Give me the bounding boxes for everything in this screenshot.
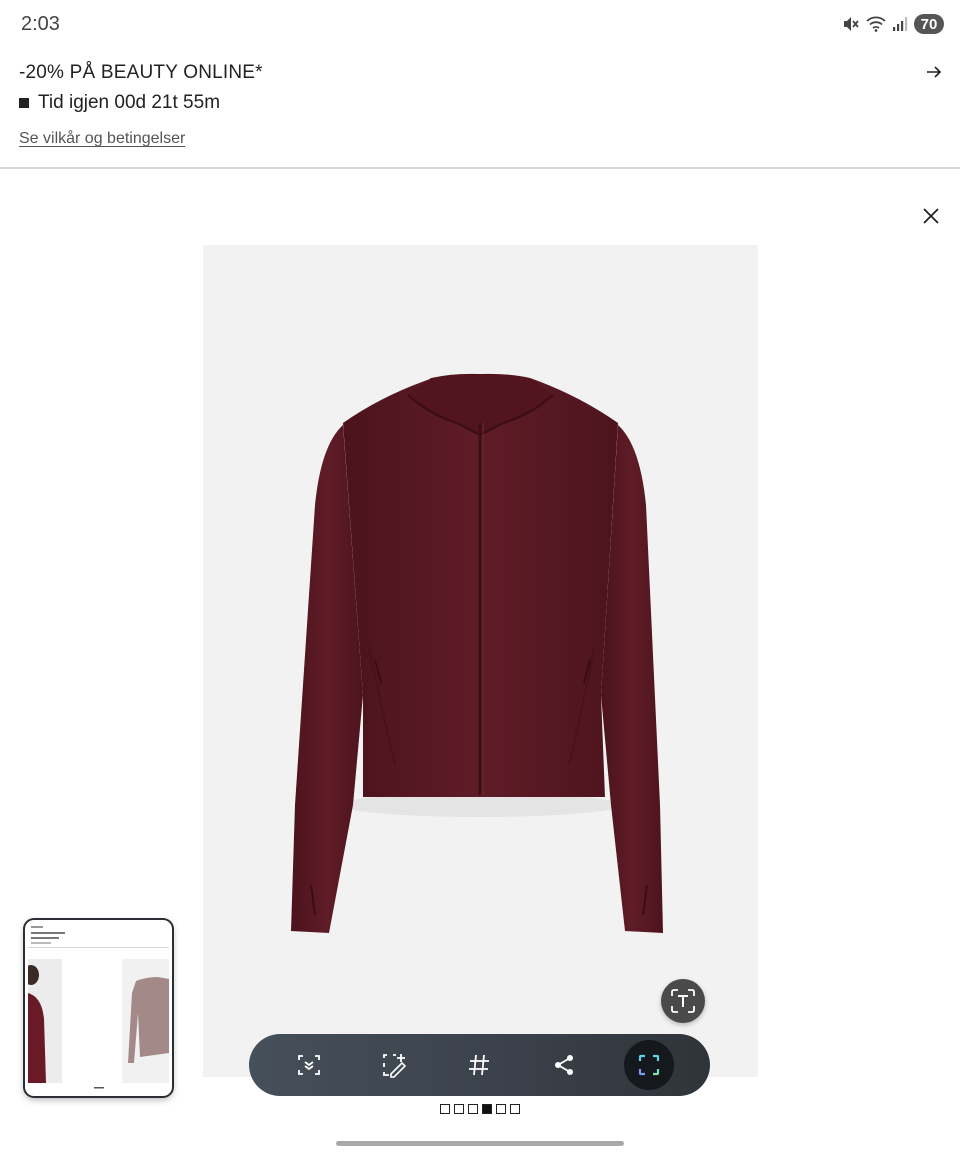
signal-icon: [893, 17, 908, 31]
gallery-dot[interactable]: [440, 1104, 450, 1114]
smart-select-button[interactable]: [285, 1041, 333, 1089]
gallery-pagination: [440, 1104, 520, 1114]
arrow-right-icon[interactable]: [926, 63, 942, 81]
mute-icon: [844, 17, 859, 31]
home-indicator[interactable]: [336, 1141, 624, 1146]
status-time: 2:03: [21, 13, 60, 35]
capture-icon: [638, 1054, 660, 1076]
share-button[interactable]: [540, 1041, 588, 1089]
jacket-illustration: [291, 373, 663, 933]
thumbnail-image: [28, 923, 169, 1093]
terms-link[interactable]: Se vilkår og betingelser: [19, 130, 185, 148]
divider: [0, 167, 960, 169]
screenshot-preview-thumbnail[interactable]: [25, 920, 172, 1096]
gallery-dot[interactable]: [496, 1104, 506, 1114]
wifi-icon: [866, 16, 886, 32]
extract-text-button[interactable]: [661, 979, 705, 1023]
text-scan-icon: [671, 989, 695, 1013]
gallery-dot[interactable]: [468, 1104, 478, 1114]
battery-icon: 70: [914, 14, 944, 34]
capture-button[interactable]: [624, 1040, 674, 1090]
smart-select-icon: [298, 1055, 320, 1075]
promo-timer-text: Tid igjen 00d 21t 55m: [38, 92, 221, 113]
gallery-dot[interactable]: [454, 1104, 464, 1114]
gallery-dot-active[interactable]: [482, 1104, 492, 1114]
draw-button[interactable]: [370, 1041, 418, 1089]
product-image[interactable]: [203, 245, 758, 1077]
gallery-dot[interactable]: [510, 1104, 520, 1114]
status-icons: 70: [842, 14, 944, 34]
share-icon: [555, 1055, 573, 1075]
draw-icon: [383, 1054, 407, 1078]
promo-timer: Tid igjen 00d 21t 55m: [19, 92, 220, 114]
screenshot-toolbar: [249, 1034, 710, 1096]
promo-title[interactable]: -20% PÅ BEAUTY ONLINE*: [19, 62, 263, 84]
hashtag-button[interactable]: [455, 1041, 503, 1089]
hashtag-icon: [469, 1054, 489, 1076]
close-icon[interactable]: [921, 206, 941, 226]
bullet-square: [19, 98, 29, 108]
